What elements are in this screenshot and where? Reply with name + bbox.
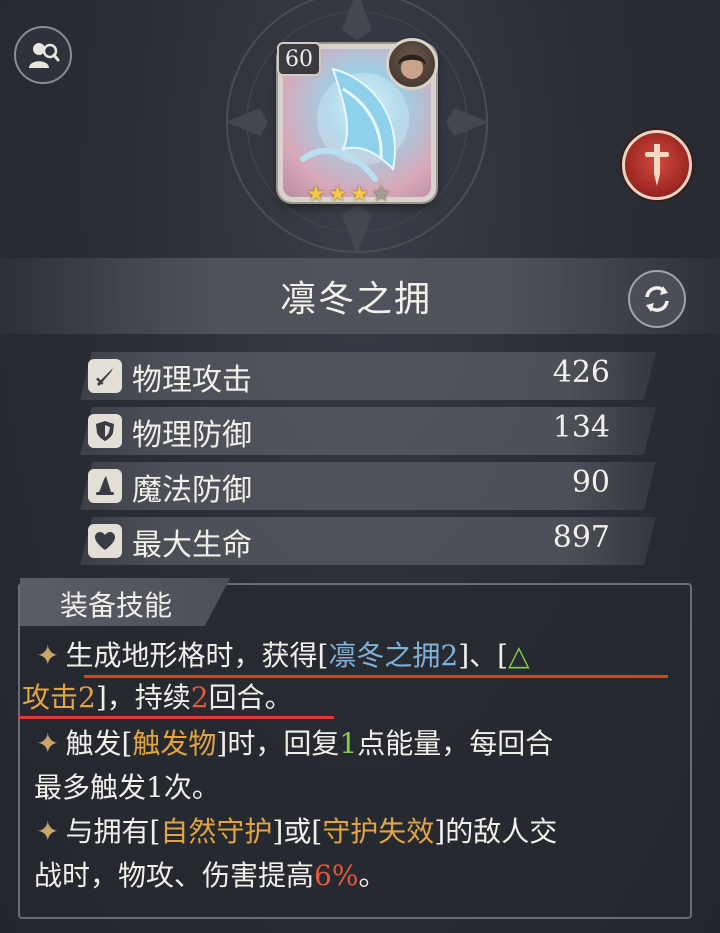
shield-icon <box>88 414 122 448</box>
owner-avatar[interactable] <box>386 38 438 90</box>
annotation-underline <box>20 716 334 719</box>
sparkle-icon: ✦ <box>36 639 60 672</box>
weapon-type-button[interactable] <box>622 130 692 200</box>
buff-link-winter-embrace[interactable]: 凛冬之拥2 <box>328 639 458 672</box>
skill-line-4: 最多触发1次。 <box>34 771 220 804</box>
user-search-icon <box>29 43 60 68</box>
keyword-nature-guard[interactable]: 自然守护 <box>160 815 272 848</box>
stat-value: 134 <box>552 410 610 445</box>
wizard-hat-icon <box>88 469 122 503</box>
stat-label: 物理防御 <box>132 418 252 453</box>
keyword-trigger-object[interactable]: 触发物 <box>132 727 216 760</box>
level-badge: 60 <box>277 42 321 76</box>
stat-label: 物理攻击 <box>132 363 252 398</box>
star-empty-icon: ★ <box>371 182 391 207</box>
sword-icon <box>88 359 122 393</box>
stat-label: 魔法防御 <box>132 473 252 508</box>
sword-icon <box>645 144 669 186</box>
equipment-name: 凛冬之拥 <box>279 279 432 320</box>
skill-line-3: ✦ 触发[触发物]时，回复1点能量，每回合 <box>36 727 554 760</box>
keyword-guard-broken[interactable]: 守护失效 <box>322 815 434 848</box>
skill-line-2: 攻击2]，持续2回合。 <box>22 681 293 714</box>
skill-panel-title: 装备技能 <box>60 589 173 622</box>
stat-value: 897 <box>552 520 610 555</box>
star-icon: ★ <box>306 182 326 207</box>
star-rating: ★ ★ ★ ★ <box>306 184 391 206</box>
star-icon: ★ <box>327 182 348 207</box>
stat-value: 426 <box>552 355 610 390</box>
stat-label: 最大生命 <box>132 528 252 563</box>
profile-search-button[interactable] <box>14 26 72 84</box>
character-face-icon <box>398 54 426 79</box>
skill-line-6: 战时，物攻、伤害提高6%。 <box>34 859 387 892</box>
skill-line-1: ✦ 生成地形格时，获得[凛冬之拥2]、[△ <box>36 639 530 672</box>
buff-link-attack[interactable]: 攻击2 <box>22 681 96 714</box>
triangle-up-icon: △ <box>508 639 530 672</box>
star-icon: ★ <box>349 182 370 207</box>
swap-icon <box>645 286 669 312</box>
sparkle-icon: ✦ <box>36 815 60 848</box>
swap-equipment-button[interactable] <box>628 270 686 328</box>
annotation-underline <box>84 675 668 678</box>
sparkle-icon: ✦ <box>36 727 60 760</box>
skill-line-5: ✦ 与拥有[自然守护]或[守护失效]的敌人交 <box>36 815 558 848</box>
heart-icon <box>88 524 122 558</box>
stat-value: 90 <box>571 465 610 500</box>
